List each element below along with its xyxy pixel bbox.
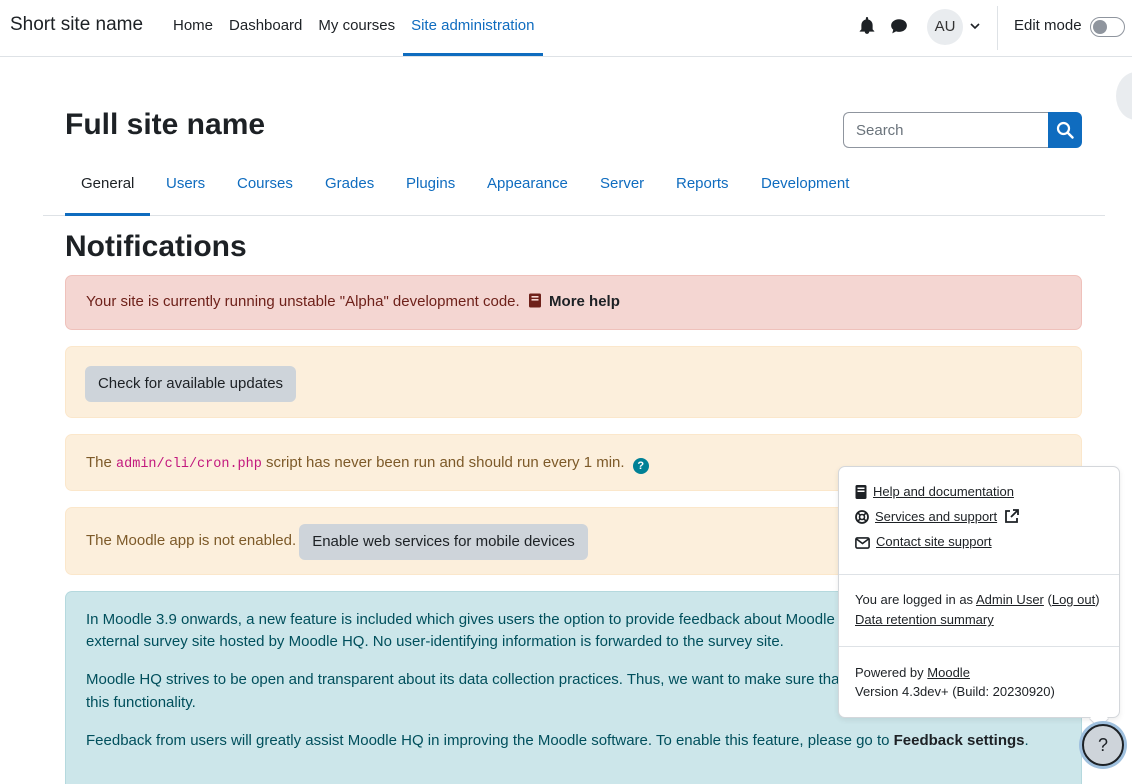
site-brand[interactable]: Short site name bbox=[10, 14, 143, 36]
data-retention-link[interactable]: Data retention summary bbox=[855, 612, 994, 627]
tab-development[interactable]: Development bbox=[761, 152, 849, 216]
feedback-line-4: this functionality. bbox=[86, 694, 196, 711]
nav-home[interactable]: Home bbox=[165, 0, 221, 56]
navbar-divider bbox=[997, 6, 998, 50]
help-documentation-link[interactable]: Help and documentation bbox=[873, 484, 1014, 499]
logged-in-text: You are logged in as bbox=[855, 592, 974, 607]
cron-suffix: script has never been run and should run… bbox=[266, 454, 625, 471]
more-help-link[interactable]: More help bbox=[549, 293, 620, 310]
nav-site-administration[interactable]: Site administration bbox=[403, 0, 543, 56]
user-avatar[interactable]: AU bbox=[927, 9, 963, 45]
edit-mode-toggle[interactable] bbox=[1090, 17, 1125, 37]
services-support-link[interactable]: Services and support bbox=[875, 509, 997, 524]
bell-icon[interactable] bbox=[858, 17, 876, 35]
search-button[interactable] bbox=[1048, 112, 1082, 148]
feedback-settings-link[interactable]: Feedback settings bbox=[894, 732, 1025, 749]
page-title: Full site name bbox=[65, 108, 266, 141]
tab-reports[interactable]: Reports bbox=[676, 152, 729, 216]
contact-support-link[interactable]: Contact site support bbox=[876, 534, 992, 549]
life-ring-icon bbox=[855, 510, 869, 524]
block-drawer-toggle[interactable] bbox=[1116, 72, 1132, 120]
tab-plugins[interactable]: Plugins bbox=[406, 152, 455, 216]
nav-dashboard[interactable]: Dashboard bbox=[221, 0, 310, 56]
feedback-line-1: In Moodle 3.9 onwards, a new feature is … bbox=[86, 611, 847, 628]
popover-divider bbox=[839, 574, 1119, 575]
toggle-knob bbox=[1093, 20, 1107, 34]
edit-mode-label: Edit mode bbox=[1014, 17, 1082, 34]
search-icon bbox=[1056, 121, 1074, 139]
chevron-down-icon[interactable] bbox=[969, 20, 981, 32]
primary-navigation: Home Dashboard My courses Site administr… bbox=[165, 0, 543, 56]
version-text: Version 4.3dev+ (Build: 20230920) bbox=[855, 684, 1055, 699]
logout-link[interactable]: Log out bbox=[1052, 592, 1095, 607]
powered-by-text: Powered by bbox=[855, 665, 924, 680]
top-navbar: Short site name Home Dashboard My course… bbox=[0, 0, 1132, 57]
notifications-heading: Notifications bbox=[65, 230, 247, 263]
tab-general[interactable]: General bbox=[65, 152, 151, 216]
footer-help-button[interactable]: ? bbox=[1082, 724, 1124, 766]
mobile-app-text: The Moodle app is not enabled. bbox=[86, 532, 297, 549]
tab-courses[interactable]: Courses bbox=[237, 152, 293, 216]
tab-users[interactable]: Users bbox=[166, 152, 205, 216]
feedback-line-5: Feedback from users will greatly assist … bbox=[86, 732, 890, 749]
footer-popover: Help and documentation Services and supp… bbox=[838, 466, 1120, 729]
enable-web-services-button[interactable]: Enable web services for mobile devices bbox=[299, 524, 588, 560]
cron-script-path: admin/cli/cron.php bbox=[116, 457, 262, 472]
book-icon bbox=[855, 485, 867, 499]
envelope-icon bbox=[855, 537, 870, 549]
user-profile-link[interactable]: Admin User bbox=[976, 592, 1044, 607]
external-link-icon bbox=[1004, 509, 1019, 523]
search-input[interactable] bbox=[843, 112, 1049, 148]
tab-appearance[interactable]: Appearance bbox=[487, 152, 568, 216]
admin-tabs: General Users Courses Grades Plugins App… bbox=[43, 152, 1105, 216]
tab-grades[interactable]: Grades bbox=[325, 152, 374, 216]
question-icon[interactable]: ? bbox=[632, 458, 649, 474]
chat-icon[interactable] bbox=[890, 17, 908, 35]
feedback-line-2: external survey site hosted by Moodle HQ… bbox=[86, 633, 784, 650]
tab-server[interactable]: Server bbox=[600, 152, 644, 216]
feedback-period: . bbox=[1024, 732, 1029, 749]
moodle-link[interactable]: Moodle bbox=[927, 665, 970, 680]
cron-prefix: The bbox=[86, 454, 112, 471]
check-updates-button[interactable]: Check for available updates bbox=[85, 366, 296, 402]
alpha-code-alert: Your site is currently running unstable … bbox=[65, 275, 1082, 330]
popover-divider bbox=[839, 646, 1119, 647]
updates-alert: Check for available updates bbox=[65, 346, 1082, 418]
feedback-line-3: Moodle HQ strives to be open and transpa… bbox=[86, 671, 840, 688]
nav-my-courses[interactable]: My courses bbox=[310, 0, 403, 56]
book-icon bbox=[528, 293, 541, 308]
alpha-code-text: Your site is currently running unstable … bbox=[86, 293, 520, 310]
